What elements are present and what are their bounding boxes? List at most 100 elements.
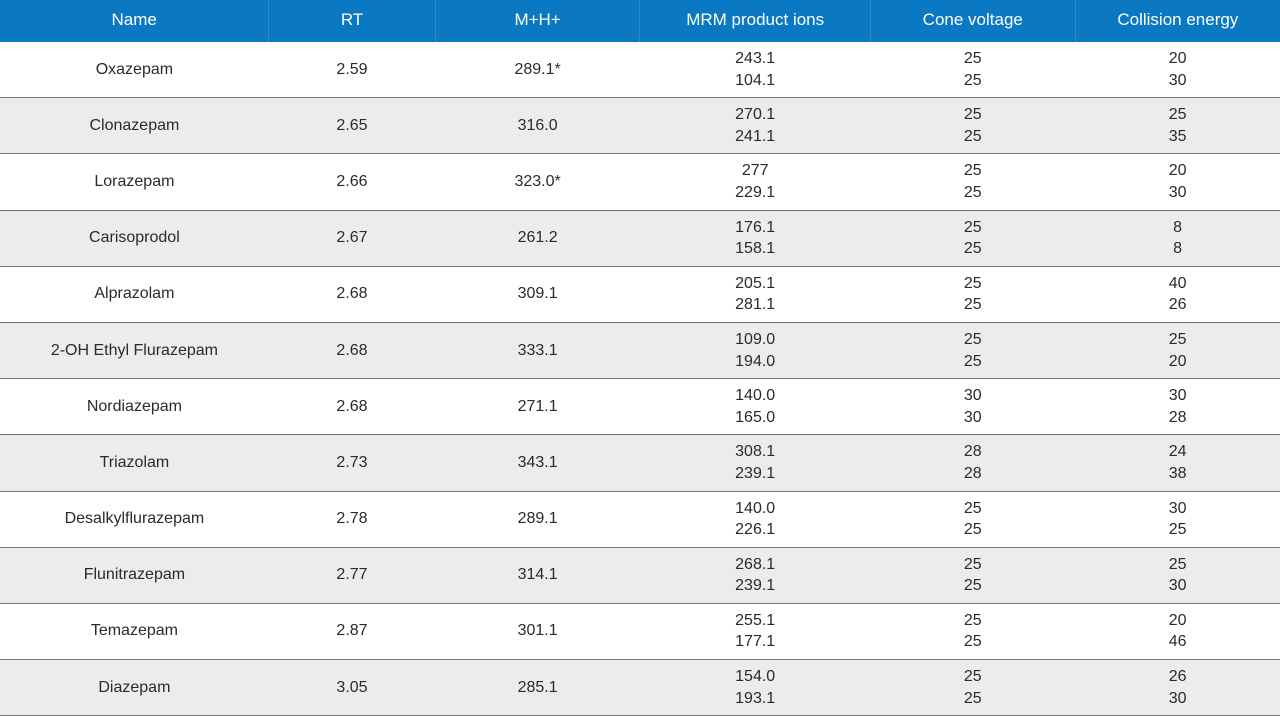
cell-ce: 3025 [1075,491,1280,547]
cell-mrm-line: 140.0 [644,498,866,520]
cell-ce-line: 38 [1079,463,1276,485]
cell-cone: 2525 [870,660,1075,716]
cell-mrm-line: 140.0 [644,385,866,407]
cell-mrm: 308.1239.1 [640,435,870,491]
cell-cone: 2828 [870,435,1075,491]
cell-ce-line: 25 [1079,554,1276,576]
cell-ce-line: 30 [1079,688,1276,710]
cell-ce-line: 35 [1079,126,1276,148]
cell-mh: 323.0* [435,154,640,210]
table-row: Diazepam3.05285.1154.0193.125252630 [0,660,1280,716]
cell-mrm: 140.0165.0 [640,379,870,435]
cell-mrm-line: 158.1 [644,238,866,260]
cell-ce-line: 30 [1079,575,1276,597]
cell-mh: 309.1 [435,266,640,322]
col-header-mh: M+H+ [435,0,640,42]
cell-cone: 2525 [870,322,1075,378]
cell-cone-line: 25 [874,610,1071,632]
cell-ce-line: 20 [1079,160,1276,182]
cell-mh: 343.1 [435,435,640,491]
cell-name: Desalkylflurazepam [0,491,269,547]
cell-ce-line: 46 [1079,631,1276,653]
cell-mh: 289.1 [435,491,640,547]
cell-mh: 289.1* [435,42,640,98]
cell-mh: 285.1 [435,660,640,716]
table-row: Temazepam2.87301.1255.1177.125252046 [0,603,1280,659]
cell-cone-line: 25 [874,329,1071,351]
cell-name: Diazepam [0,660,269,716]
cell-mrm-line: 255.1 [644,610,866,632]
cell-cone: 2525 [870,42,1075,98]
cell-name: Nordiazepam [0,379,269,435]
cell-mrm-line: 193.1 [644,688,866,710]
cell-mrm-line: 241.1 [644,126,866,148]
cell-mrm-line: 176.1 [644,217,866,239]
cell-cone: 2525 [870,210,1075,266]
cell-cone-line: 25 [874,182,1071,204]
cell-cone-line: 25 [874,126,1071,148]
cell-ce-line: 8 [1079,217,1276,239]
cell-mh: 314.1 [435,547,640,603]
cell-ce-line: 28 [1079,407,1276,429]
cell-name: 2-OH Ethyl Flurazepam [0,322,269,378]
cell-ce: 2030 [1075,154,1280,210]
cell-mrm-line: 270.1 [644,104,866,126]
cell-ce-line: 8 [1079,238,1276,260]
cell-ce-line: 20 [1079,48,1276,70]
cell-rt: 2.87 [269,603,435,659]
cell-cone-line: 28 [874,463,1071,485]
cell-name: Flunitrazepam [0,547,269,603]
cell-ce: 88 [1075,210,1280,266]
cell-rt: 2.59 [269,42,435,98]
cell-cone-line: 25 [874,294,1071,316]
cell-rt: 3.05 [269,660,435,716]
table-row: Oxazepam2.59289.1*243.1104.125252030 [0,42,1280,98]
cell-ce-line: 24 [1079,441,1276,463]
cell-name: Clonazepam [0,98,269,154]
cell-cone-line: 25 [874,575,1071,597]
cell-mrm: 243.1104.1 [640,42,870,98]
cell-cone-line: 25 [874,631,1071,653]
cell-cone-line: 25 [874,273,1071,295]
cell-cone: 2525 [870,491,1075,547]
cell-mrm-line: 104.1 [644,70,866,92]
cell-mrm: 268.1239.1 [640,547,870,603]
cell-cone-line: 25 [874,238,1071,260]
cell-cone-line: 25 [874,104,1071,126]
cell-mrm-line: 226.1 [644,519,866,541]
cell-ce: 2520 [1075,322,1280,378]
cell-rt: 2.68 [269,266,435,322]
table-row: Alprazolam2.68309.1205.1281.125254026 [0,266,1280,322]
cell-cone-line: 25 [874,554,1071,576]
cell-mrm: 109.0194.0 [640,322,870,378]
cell-cone-line: 28 [874,441,1071,463]
cell-cone-line: 25 [874,70,1071,92]
cell-cone-line: 25 [874,666,1071,688]
cell-ce: 2530 [1075,547,1280,603]
cell-cone: 2525 [870,98,1075,154]
cell-cone-line: 30 [874,407,1071,429]
cell-cone: 2525 [870,603,1075,659]
cell-name: Carisoprodol [0,210,269,266]
cell-mrm-line: 154.0 [644,666,866,688]
col-header-name: Name [0,0,269,42]
cell-ce-line: 25 [1079,329,1276,351]
cell-cone: 2525 [870,266,1075,322]
cell-cone-line: 25 [874,160,1071,182]
table-row: Clonazepam2.65316.0270.1241.125252535 [0,98,1280,154]
cell-ce-line: 30 [1079,385,1276,407]
cell-ce: 3028 [1075,379,1280,435]
cell-mrm-line: 308.1 [644,441,866,463]
cell-rt: 2.68 [269,379,435,435]
cell-mrm: 154.0193.1 [640,660,870,716]
cell-name: Temazepam [0,603,269,659]
cell-mrm-line: 277 [644,160,866,182]
cell-mrm: 255.1177.1 [640,603,870,659]
cell-ce: 4026 [1075,266,1280,322]
table-row: Nordiazepam2.68271.1140.0165.030303028 [0,379,1280,435]
mrm-parameters-table: Name RT M+H+ MRM product ions Cone volta… [0,0,1280,716]
col-header-mrm: MRM product ions [640,0,870,42]
cell-ce: 2535 [1075,98,1280,154]
table-row: Triazolam2.73343.1308.1239.128282438 [0,435,1280,491]
cell-cone-line: 25 [874,519,1071,541]
